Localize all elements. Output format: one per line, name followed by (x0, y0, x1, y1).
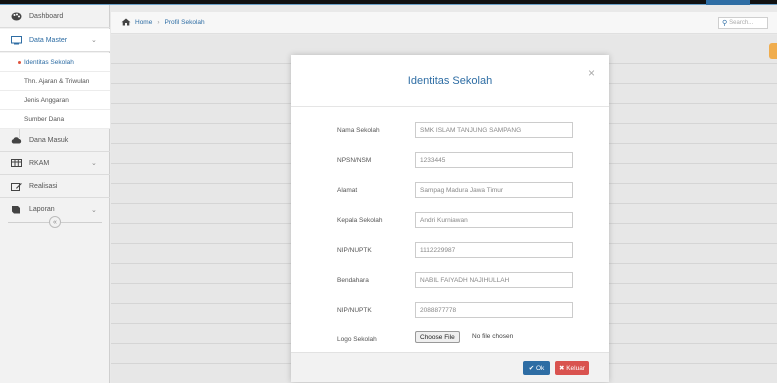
sidebar-item-label: Dashboard (29, 12, 64, 20)
search-placeholder: Search... (729, 20, 754, 26)
choose-file-button[interactable]: Choose File (415, 331, 460, 343)
sidebar-collapse-icon[interactable]: « (49, 216, 61, 228)
palette-icon (10, 11, 22, 21)
sidebar-item-dashboard[interactable]: Dashboard (0, 5, 110, 28)
bendahara-field[interactable]: NABIL FAIYADH NAJIHULLAH (415, 272, 573, 288)
nip-bendahara-field[interactable]: 2088877778 (415, 302, 573, 318)
alamat-field[interactable]: Sampag Madura Jawa Timur (415, 182, 573, 198)
chevron-down-icon: ⌄ (91, 160, 97, 167)
sidebar-sub-label: Sumber Dana (24, 115, 65, 123)
modal-footer: ✔ Ok ✖ Keluar (291, 352, 609, 382)
sidebar-sub-label: Identitas Sekolah (24, 58, 74, 66)
identitas-sekolah-modal: Identitas Sekolah × Nama Sekolah SMK ISL… (291, 55, 609, 382)
search-input[interactable]: ⚲ Search... (718, 17, 768, 29)
active-dot-icon (18, 61, 21, 64)
nip-kepala-field[interactable]: 1112229987 (415, 242, 573, 258)
home-icon[interactable] (121, 18, 131, 28)
kepala-sekolah-field[interactable]: Andri Kurniawan (415, 212, 573, 228)
sidebar-item-label: Dana Masuk (29, 136, 69, 144)
breadcrumb-separator-icon: › (157, 19, 160, 26)
monitor-icon (10, 35, 22, 45)
user-menu-tab[interactable] (706, 0, 750, 5)
top-bar (0, 0, 777, 5)
chevron-down-icon: ⌄ (91, 37, 97, 44)
settings-tab[interactable] (769, 43, 777, 59)
sidebar-item-realisasi[interactable]: Realisasi (0, 175, 110, 198)
sidebar-sub-label: Jenis Anggaran (24, 96, 69, 104)
sidebar-sub-jenis-anggaran[interactable]: Jenis Anggaran (0, 91, 110, 110)
field-label-alamat: Alamat (337, 187, 358, 194)
table-icon (10, 158, 22, 168)
file-status-text: No file chosen (472, 333, 514, 340)
sidebar-item-dana-masuk[interactable]: Dana Masuk (0, 129, 110, 152)
breadcrumb: Home › Profil Sekolah (121, 18, 205, 28)
sidebar-item-label: Realisasi (29, 182, 58, 190)
close-icon[interactable]: × (588, 66, 595, 80)
breadcrumb-bar: Home › Profil Sekolah ⚲ Search... (111, 12, 777, 34)
ok-button[interactable]: ✔ Ok (523, 361, 550, 375)
chevron-down-icon: ⌄ (91, 206, 97, 214)
npsn-field[interactable]: 1233445 (415, 152, 573, 168)
sidebar-item-label: RKAM (29, 159, 50, 167)
cloud-icon (10, 135, 22, 145)
field-label-logo: Logo Sekolah (337, 336, 377, 343)
keluar-button[interactable]: ✖ Keluar (555, 361, 589, 375)
sidebar-sub-label: Thn. Ajaran & Triwulan (24, 77, 90, 85)
edit-icon (10, 181, 22, 191)
sidebar-sub-identitas-sekolah[interactable]: Identitas Sekolah (0, 53, 110, 72)
field-label-nip-bendahara: NIP/NUPTK (337, 307, 372, 314)
sidebar-sub-sumber-dana[interactable]: Sumber Dana (0, 110, 110, 129)
field-label-kepala-sekolah: Kepala Sekolah (337, 217, 383, 224)
sidebar-item-label: Data Master (29, 36, 68, 44)
modal-title: Identitas Sekolah (407, 74, 493, 87)
field-label-bendahara: Bendahara (337, 277, 369, 284)
field-label-nip-kepala: NIP/NUPTK (337, 247, 372, 254)
sidebar-item-label: Laporan (29, 206, 55, 213)
breadcrumb-current[interactable]: Profil Sekolah (165, 19, 205, 26)
modal-header: Identitas Sekolah × (291, 55, 609, 107)
breadcrumb-home-link[interactable]: Home (135, 19, 152, 26)
field-label-npsn: NPSN/NSM (337, 157, 372, 164)
sidebar: Dashboard Data Master ⌄ Identitas Sekola… (0, 5, 110, 383)
sidebar-item-data-master[interactable]: Data Master ⌄ (0, 29, 110, 52)
sidebar-item-rkam[interactable]: RKAM ⌄ (0, 152, 110, 175)
field-label-nama-sekolah: Nama Sekolah (337, 127, 380, 134)
book-icon (10, 205, 22, 215)
search-icon: ⚲ (722, 20, 728, 27)
nama-sekolah-field[interactable]: SMK ISLAM TANJUNG SAMPANG (415, 122, 573, 138)
top-stripe (0, 4, 777, 5)
sidebar-sub-tahun-ajaran[interactable]: Thn. Ajaran & Triwulan (0, 72, 110, 91)
